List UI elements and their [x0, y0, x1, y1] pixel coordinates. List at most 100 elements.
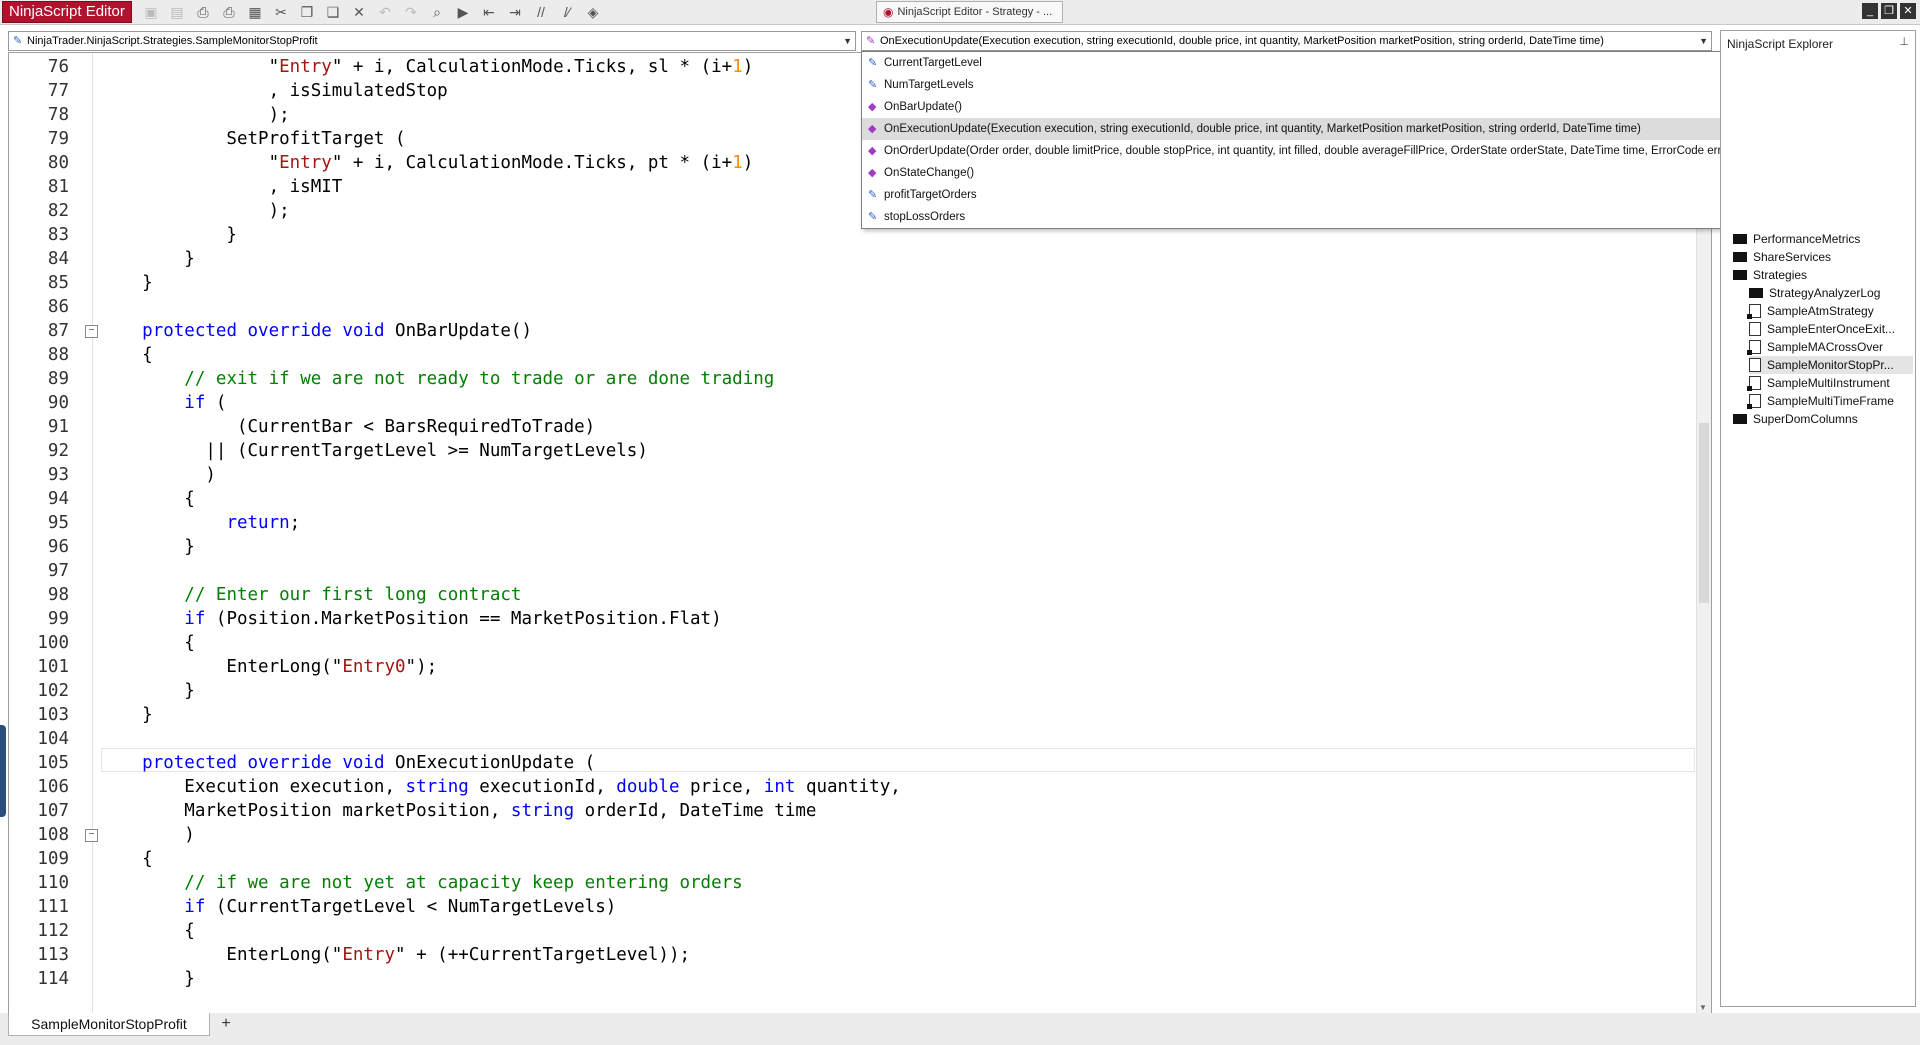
compile-icon[interactable]: ▶ — [452, 2, 474, 22]
code-line[interactable]: 103 } — [9, 703, 1689, 727]
restore-icon[interactable]: ❐ — [1881, 3, 1897, 19]
code-line[interactable]: 100 { — [9, 631, 1689, 655]
code-line[interactable]: 109 { — [9, 847, 1689, 871]
code-text: { — [100, 343, 153, 367]
window-tab[interactable]: ◉ NinjaScript Editor - Strategy - ... — [876, 1, 1064, 23]
tab-samplemonitorstopprofit[interactable]: SampleMonitorStopProfit — [8, 1013, 210, 1036]
code-line[interactable]: 110 // if we are not yet at capacity kee… — [9, 871, 1689, 895]
class-dropdown[interactable]: ✎ NinjaTrader.NinjaScript.Strategies.Samp… — [8, 31, 856, 51]
copy-icon[interactable]: ❐ — [296, 2, 318, 22]
folder-icon — [1733, 414, 1747, 424]
code-line[interactable]: 93 ) — [9, 463, 1689, 487]
explorer-item[interactable]: ShareServices — [1733, 248, 1913, 266]
code-line[interactable]: 84 } — [9, 247, 1689, 271]
code-line[interactable]: 89 // exit if we are not ready to trade … — [9, 367, 1689, 391]
explorer-item[interactable]: PerformanceMetrics — [1733, 230, 1913, 248]
autocomplete-item-label: OnStateChange() — [884, 167, 975, 179]
code-line[interactable]: 92 || (CurrentTargetLevel >= NumTargetLe… — [9, 439, 1689, 463]
explorer-item[interactable]: SampleMultiInstrument — [1747, 374, 1913, 392]
code-token: } — [100, 537, 195, 557]
explorer-item-label: ShareServices — [1753, 250, 1832, 264]
code-line[interactable]: 113 EnterLong("Entry" + (++CurrentTarget… — [9, 943, 1689, 967]
code-line[interactable]: 101 EnterLong("Entry0"); — [9, 655, 1689, 679]
document-tab-bar: SampleMonitorStopProfit + — [0, 1013, 1920, 1045]
uncomment-icon[interactable]: /⁄ — [556, 2, 578, 22]
code-line[interactable]: 96 } — [9, 535, 1689, 559]
collapse-icon[interactable]: − — [85, 325, 98, 338]
indent-icon[interactable]: ⇥ — [504, 2, 526, 22]
code-text: { — [100, 631, 195, 655]
close-icon[interactable]: ✕ — [1900, 3, 1916, 19]
code-line[interactable]: 88 { — [9, 343, 1689, 367]
code-text: } — [100, 679, 195, 703]
code-token: ); — [100, 201, 290, 221]
scroll-down-icon[interactable]: ▼ — [1699, 1003, 1707, 1012]
explorer-item[interactable]: SampleMultiTimeFrame — [1747, 392, 1913, 410]
code-line[interactable]: 95 return; — [9, 511, 1689, 535]
code-line[interactable]: 97 — [9, 559, 1689, 583]
explorer-item[interactable]: StrategyAnalyzerLog — [1749, 284, 1913, 302]
visual-studio-icon[interactable]: ◈ — [582, 2, 604, 22]
explorer-item[interactable]: SampleMACrossOver — [1747, 338, 1913, 356]
save-icon[interactable]: ▣ — [140, 2, 162, 22]
save-all-icon[interactable]: ▤ — [166, 2, 188, 22]
comment-icon[interactable]: // — [530, 2, 552, 22]
redo-icon[interactable]: ↷ — [400, 2, 422, 22]
code-token: ) — [100, 465, 216, 485]
code-token: ); — [100, 105, 290, 125]
explorer-item[interactable]: Strategies — [1733, 266, 1913, 284]
code-line[interactable]: 105 protected override void OnExecutionU… — [9, 751, 1689, 775]
code-line[interactable]: 94 { — [9, 487, 1689, 511]
cut-icon[interactable]: ✂ — [270, 2, 292, 22]
undo-icon[interactable]: ↶ — [374, 2, 396, 22]
line-number: 78 — [47, 105, 69, 125]
app-title[interactable]: NinjaScript Editor — [2, 1, 132, 23]
code-line[interactable]: 85 } — [9, 271, 1689, 295]
delete-icon[interactable]: ✕ — [348, 2, 370, 22]
method-icon: ◆ — [868, 167, 877, 179]
code-line[interactable]: 114 } — [9, 967, 1689, 991]
print-preview-icon[interactable]: ⎙ — [218, 2, 240, 22]
print-icon[interactable]: ⎙ — [192, 2, 214, 22]
code-line[interactable]: 107 MarketPosition marketPosition, strin… — [9, 799, 1689, 823]
outdent-icon[interactable]: ⇤ — [478, 2, 500, 22]
code-text: || (CurrentTargetLevel >= NumTargetLevel… — [100, 439, 648, 463]
side-panel-handle[interactable] — [0, 725, 6, 817]
line-number: 104 — [37, 729, 69, 749]
code-line[interactable]: 112 { — [9, 919, 1689, 943]
paste-icon[interactable]: ❏ — [322, 2, 344, 22]
code-text: "Entry" + i, CalculationMode.Ticks, pt *… — [100, 151, 754, 175]
code-line[interactable]: 90 if ( — [9, 391, 1689, 415]
file-icon — [1749, 322, 1761, 336]
code-line[interactable]: 91 (CurrentBar < BarsRequiredToTrade) — [9, 415, 1689, 439]
code-line[interactable]: 111 if (CurrentTargetLevel < NumTargetLe… — [9, 895, 1689, 919]
page-setup-icon[interactable]: ▦ — [244, 2, 266, 22]
explorer-item[interactable]: SampleEnterOnceExit... — [1749, 320, 1913, 338]
minimize-icon[interactable]: _ — [1862, 3, 1878, 19]
code-line[interactable]: 104 — [9, 727, 1689, 751]
code-line[interactable]: 108 ) — [9, 823, 1689, 847]
collapse-icon[interactable]: − — [85, 829, 98, 842]
code-line[interactable]: 99 if (Position.MarketPosition == Market… — [9, 607, 1689, 631]
code-line[interactable]: 102 } — [9, 679, 1689, 703]
chevron-down-icon: ▼ — [1699, 36, 1708, 46]
add-tab-button[interactable]: + — [216, 1014, 236, 1034]
member-dropdown[interactable]: ✎ OnExecutionUpdate(Execution execution, … — [861, 31, 1712, 51]
scrollbar-thumb[interactable] — [1699, 423, 1709, 603]
code-line[interactable]: 106 Execution execution, string executio… — [9, 775, 1689, 799]
code-line[interactable]: 86 — [9, 295, 1689, 319]
explorer-item[interactable]: SuperDomColumns — [1733, 410, 1913, 428]
pin-icon[interactable]: ⊥ — [1899, 35, 1909, 48]
find-icon[interactable]: ⌕ — [426, 2, 448, 22]
line-number: 98 — [47, 585, 69, 605]
code-line[interactable]: 98 // Enter our first long contract — [9, 583, 1689, 607]
code-token: || (CurrentTargetLevel >= NumTargetLevel… — [100, 441, 648, 461]
explorer-item[interactable]: SampleAtmStrategy — [1747, 302, 1913, 320]
explorer-item[interactable]: SampleMonitorStopPr... — [1749, 356, 1913, 374]
code-line[interactable]: 87 protected override void OnBarUpdate() — [9, 319, 1689, 343]
